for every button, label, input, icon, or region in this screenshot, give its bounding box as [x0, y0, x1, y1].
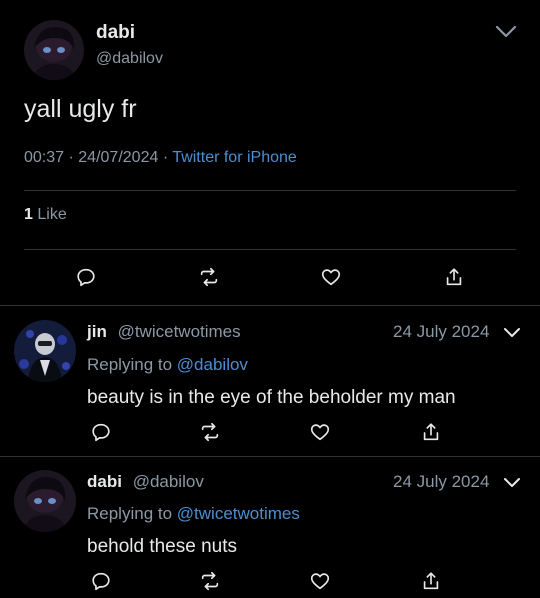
replying-to-link[interactable]: @twicetwotimes	[177, 504, 300, 523]
tweet-text: yall ugly fr	[24, 95, 137, 123]
reply-text: behold these nuts	[87, 536, 238, 557]
chevron-down-icon[interactable]	[494, 24, 518, 40]
display-name[interactable]: dabi	[96, 22, 135, 44]
handle[interactable]: @twicetwotimes	[118, 322, 241, 341]
tweet-date: 24/07/2024	[78, 149, 159, 166]
like-icon	[321, 269, 341, 286]
share-button[interactable]	[441, 264, 467, 290]
display-name[interactable]: jin	[87, 322, 107, 341]
reply-header: jin @twicetwotimes	[87, 322, 241, 342]
tweet-time: 00:37	[24, 149, 65, 166]
reply-header: dabi @dabilov	[87, 472, 204, 492]
reply-icon	[92, 572, 110, 591]
reply-icon	[77, 268, 95, 287]
tweet-meta: 00:37 · 24/07/2024 · Twitter for iPhone	[24, 149, 297, 167]
avatar[interactable]	[24, 20, 84, 80]
like-icon	[310, 573, 330, 590]
retweet-button[interactable]	[197, 419, 223, 445]
likes-stat[interactable]: 1 Like	[24, 206, 67, 224]
share-button[interactable]	[418, 419, 444, 445]
meta-dot: ·	[162, 149, 173, 166]
reply-button[interactable]	[88, 568, 114, 594]
replying-to: Replying to @dabilov	[87, 355, 248, 375]
likes-count: 1	[24, 206, 33, 223]
retweet-icon	[201, 422, 219, 442]
reply-date: 24 July 2024	[393, 322, 490, 341]
display-name[interactable]: dabi	[87, 472, 122, 491]
handle[interactable]: @dabilov	[133, 472, 204, 491]
like-button[interactable]	[307, 568, 333, 594]
meta-dot: ·	[68, 149, 79, 166]
divider	[0, 456, 540, 457]
share-button[interactable]	[418, 568, 444, 594]
replying-label: Replying to	[87, 355, 173, 374]
reply-icon	[92, 423, 110, 442]
likes-label: Like	[37, 206, 67, 223]
avatar[interactable]	[14, 470, 76, 532]
replying-to-link[interactable]: @dabilov	[177, 355, 248, 374]
reply-button[interactable]	[88, 419, 114, 445]
retweet-button[interactable]	[196, 264, 222, 290]
reply-text: beauty is in the eye of the beholder my …	[87, 387, 456, 408]
reply-button[interactable]	[73, 264, 99, 290]
like-button[interactable]	[318, 264, 344, 290]
retweet-icon	[200, 267, 218, 287]
tweet-source-link[interactable]: Twitter for iPhone	[172, 149, 297, 166]
share-icon	[423, 572, 439, 590]
replying-to: Replying to @twicetwotimes	[87, 504, 300, 524]
replying-label: Replying to	[87, 504, 173, 523]
like-button[interactable]	[307, 419, 333, 445]
retweet-icon	[201, 571, 219, 591]
divider	[24, 249, 516, 250]
avatar[interactable]	[14, 320, 76, 382]
reply-date: 24 July 2024	[393, 472, 490, 491]
chevron-down-icon[interactable]	[503, 327, 521, 339]
chevron-down-icon[interactable]	[503, 477, 521, 489]
retweet-button[interactable]	[197, 568, 223, 594]
like-icon	[310, 424, 330, 441]
divider	[0, 305, 540, 306]
share-icon	[446, 268, 462, 286]
handle[interactable]: @dabilov	[96, 50, 163, 68]
divider	[24, 190, 516, 191]
share-icon	[423, 423, 439, 441]
